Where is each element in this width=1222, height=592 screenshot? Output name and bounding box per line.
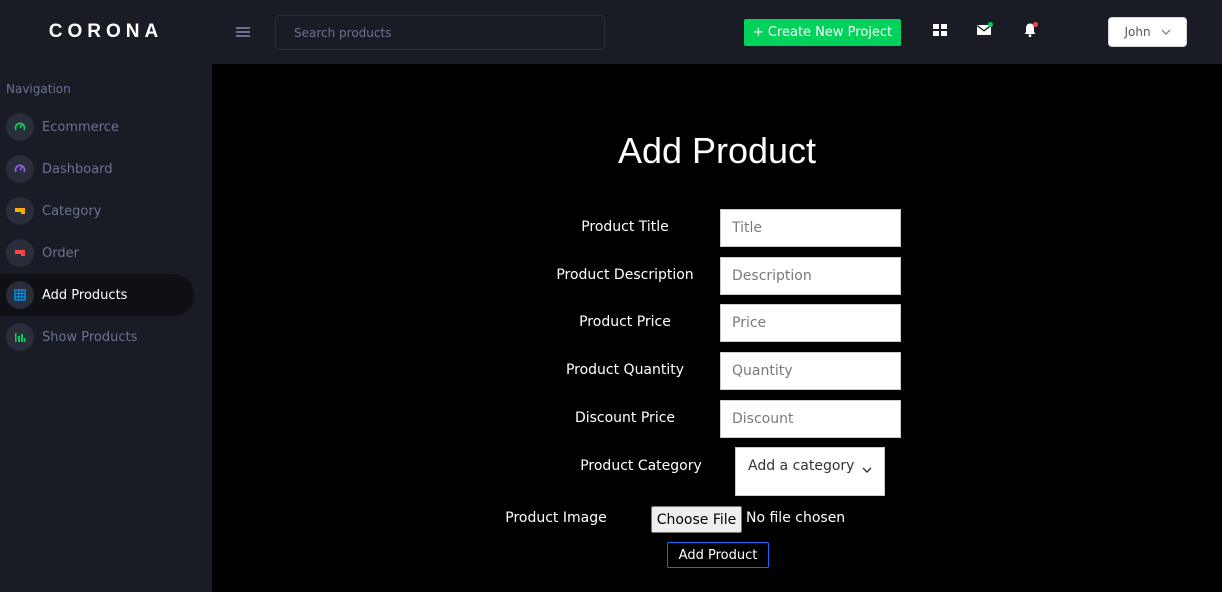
tag-icon — [6, 197, 34, 225]
page-title: Add Product — [617, 130, 817, 171]
category-select[interactable]: Add a category — [735, 447, 885, 496]
mail-badge-dot — [988, 22, 993, 27]
product-title-label: Product Title — [581, 219, 669, 235]
chevron-down-icon — [1161, 29, 1170, 35]
category-selected-value: Add a category — [748, 458, 855, 474]
product-description-label: Product Description — [556, 267, 694, 283]
brand-logo[interactable]: CORONA — [0, 0, 212, 64]
bell-icon[interactable] — [1022, 22, 1038, 38]
product-description-input[interactable] — [720, 257, 901, 295]
create-project-button[interactable]: + Create New Project — [744, 19, 901, 46]
top-navbar: + Create New Project John — [212, 0, 1222, 64]
user-name: John — [1124, 25, 1151, 39]
sidebar-item-label: Show Products — [42, 329, 138, 345]
bar-chart-icon — [6, 323, 34, 351]
app-window: CORONA Navigation Ecommerce Dashboard Ca… — [0, 0, 1222, 592]
sidebar-item-order[interactable]: Order — [0, 232, 194, 274]
gauge-icon — [6, 155, 34, 183]
product-quantity-label: Product Quantity — [565, 362, 685, 378]
sidebar-item-ecommerce[interactable]: Ecommerce — [0, 106, 194, 148]
mail-icon[interactable] — [976, 22, 993, 38]
main-content: Add Product Product Title Product Descri… — [212, 64, 1222, 592]
choose-file-button[interactable]: Choose File — [651, 506, 742, 533]
sidebar-item-label: Add Products — [42, 287, 128, 303]
table-icon — [6, 281, 34, 309]
file-status-text: No file chosen — [746, 510, 846, 526]
menu-toggle-icon[interactable] — [236, 22, 250, 40]
product-price-label: Product Price — [579, 314, 671, 330]
discount-price-label: Discount Price — [574, 410, 676, 426]
discount-price-input[interactable] — [720, 400, 901, 438]
product-title-input[interactable] — [720, 209, 901, 247]
sidebar-item-label: Dashboard — [42, 161, 113, 177]
nav-caption: Navigation — [6, 82, 71, 96]
receipt-icon — [6, 239, 34, 267]
sidebar-item-label: Category — [42, 203, 102, 219]
user-dropdown[interactable]: John — [1108, 17, 1187, 47]
product-price-input[interactable] — [720, 304, 901, 342]
product-quantity-input[interactable] — [720, 352, 901, 390]
notification-badge-dot — [1033, 22, 1038, 27]
sidebar-item-dashboard[interactable]: Dashboard — [0, 148, 194, 190]
product-image-label: Product Image — [505, 510, 607, 526]
sidebar: CORONA Navigation Ecommerce Dashboard Ca… — [0, 0, 212, 592]
product-category-label: Product Category — [580, 458, 702, 474]
sidebar-item-add-products[interactable]: Add Products — [0, 274, 194, 316]
sidebar-item-show-products[interactable]: Show Products — [0, 316, 194, 358]
add-product-button[interactable]: Add Product — [667, 542, 769, 568]
sidebar-item-category[interactable]: Category — [0, 190, 194, 232]
sidebar-item-label: Order — [42, 245, 79, 261]
chevron-down-icon — [862, 467, 872, 473]
sidebar-item-label: Ecommerce — [42, 119, 119, 135]
grid-icon[interactable] — [932, 22, 948, 38]
gauge-icon — [6, 113, 34, 141]
nav-list: Ecommerce Dashboard Category Order Add P… — [0, 106, 212, 358]
search-input[interactable] — [275, 15, 605, 50]
